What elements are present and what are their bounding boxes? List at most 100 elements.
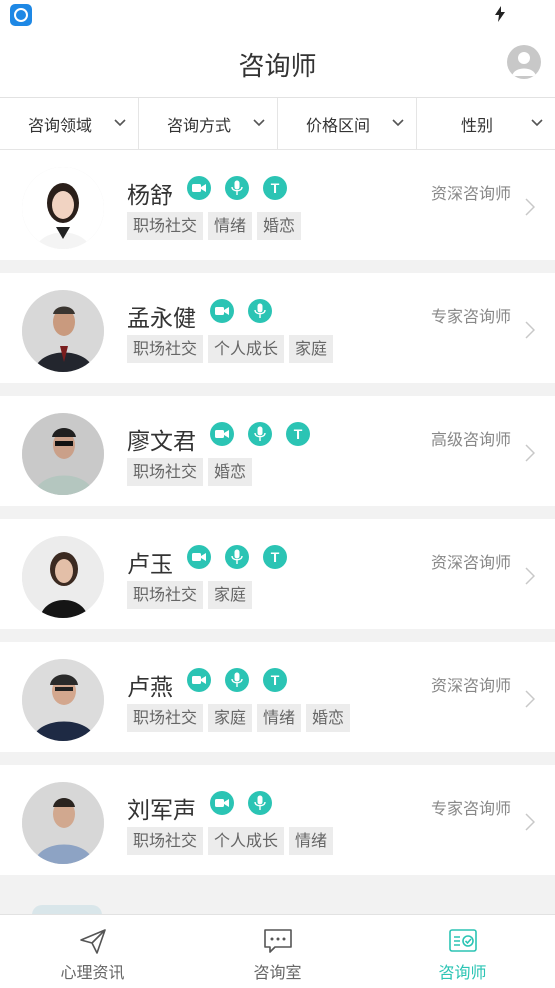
topic-tag: 个人成长 — [208, 335, 285, 363]
video-call-icon — [210, 422, 234, 446]
counselor-name: 杨舒 — [127, 183, 173, 209]
chevron-down-icon — [253, 119, 265, 127]
counselor-list-icon — [448, 929, 477, 952]
status-bar — [0, 0, 555, 28]
topic-tag: 婚恋 — [208, 458, 253, 486]
chevron-right-icon — [525, 321, 535, 339]
tab-consult-room-label: 咨询室 — [253, 963, 302, 982]
counselor-tags: 职场社交 家庭 情绪 婚恋 — [127, 704, 351, 732]
counselor-level: 资深咨询师 — [430, 676, 511, 695]
topic-tag: 职场社交 — [127, 458, 204, 486]
chevron-right-icon — [525, 690, 535, 708]
chevron-right-icon — [525, 813, 535, 831]
tab-news-label: 心理资讯 — [60, 963, 125, 982]
bottom-tab-bar: 心理资讯 咨询室 咨询师 — [0, 914, 555, 988]
counselor-level: 专家咨询师 — [430, 799, 511, 818]
counselor-level: 专家咨询师 — [430, 307, 511, 326]
topic-tag: 情绪 — [289, 827, 334, 855]
video-call-icon — [187, 668, 211, 692]
chevron-right-icon — [525, 198, 535, 216]
consult-mode-icons — [210, 791, 272, 815]
user-avatar-icon[interactable] — [507, 45, 541, 79]
topic-tag: 情绪 — [257, 704, 302, 732]
text-chat-icon: T — [263, 668, 287, 692]
counselor-level: 资深咨询师 — [430, 553, 511, 572]
filter-bar: 咨询领域 咨询方式 价格区间 性别 — [0, 98, 555, 150]
topic-tag: 家庭 — [289, 335, 334, 363]
counselor-tags: 职场社交 家庭 — [127, 581, 253, 609]
topic-tag: 婚恋 — [306, 704, 351, 732]
topic-tag: 个人成长 — [208, 827, 285, 855]
topic-tag: 职场社交 — [127, 335, 204, 363]
microphone-icon — [225, 545, 249, 569]
counselor-card[interactable]: 卢燕 T 资深咨询师职场社交 家庭 情绪 婚恋 — [0, 642, 555, 752]
chevron-down-icon — [114, 119, 126, 127]
filter-method-label: 咨询方式 — [166, 115, 231, 135]
filter-price-label: 价格区间 — [305, 115, 370, 135]
app-logo-icon — [10, 4, 32, 26]
counselor-level: 资深咨询师 — [430, 184, 511, 203]
counselor-name: 孟永健 — [127, 306, 196, 332]
filter-field[interactable]: 咨询领域 — [0, 98, 139, 149]
chevron-right-icon — [525, 567, 535, 585]
counselor-avatar — [22, 290, 104, 372]
filter-gender-label: 性别 — [460, 115, 493, 135]
counselor-card[interactable]: 孟永健 专家咨询师职场社交 个人成长 家庭 — [0, 273, 555, 383]
filter-method[interactable]: 咨询方式 — [139, 98, 278, 149]
video-call-icon — [210, 299, 234, 323]
counselor-avatar — [22, 167, 104, 249]
counselor-avatar — [22, 413, 104, 495]
topic-tag: 情绪 — [208, 212, 253, 240]
tab-counselors[interactable]: 咨询师 — [370, 915, 555, 988]
filter-price[interactable]: 价格区间 — [278, 98, 417, 149]
counselor-name: 卢玉 — [127, 552, 173, 578]
video-call-icon — [187, 176, 211, 200]
filter-field-label: 咨询领域 — [27, 115, 92, 135]
chat-bubble-icon — [263, 929, 292, 953]
counselor-name: 刘军声 — [127, 798, 196, 824]
microphone-icon — [225, 668, 249, 692]
topic-tag: 家庭 — [208, 704, 253, 732]
chevron-down-icon — [531, 119, 543, 127]
counselor-name: 卢燕 — [127, 675, 173, 701]
charging-bolt-icon — [495, 6, 505, 22]
text-chat-icon: T — [286, 422, 310, 446]
consult-mode-icons: T — [210, 422, 310, 446]
counselor-avatar — [22, 536, 104, 618]
chevron-right-icon — [525, 444, 535, 462]
microphone-icon — [248, 422, 272, 446]
text-chat-icon: T — [263, 176, 287, 200]
topic-tag: 职场社交 — [127, 581, 204, 609]
paper-plane-icon — [79, 929, 106, 954]
topic-tag: 家庭 — [208, 581, 253, 609]
chevron-down-icon — [392, 119, 404, 127]
counselor-card[interactable]: 廖文君 T 高级咨询师职场社交 婚恋 — [0, 396, 555, 506]
filter-gender[interactable]: 性别 — [417, 98, 555, 149]
counselor-tags: 职场社交 情绪 婚恋 — [127, 212, 302, 240]
counselor-tags: 职场社交 婚恋 — [127, 458, 253, 486]
consult-mode-icons: T — [187, 176, 287, 200]
counselor-level: 高级咨询师 — [430, 430, 511, 449]
topic-tag: 婚恋 — [257, 212, 302, 240]
microphone-icon — [248, 791, 272, 815]
microphone-icon — [225, 176, 249, 200]
topic-tag: 职场社交 — [127, 212, 204, 240]
counselor-tags: 职场社交 个人成长 情绪 — [127, 827, 334, 855]
page-title: 咨询师 — [238, 52, 317, 82]
text-chat-icon: T — [263, 545, 287, 569]
counselor-card[interactable]: 卢玉 T 资深咨询师职场社交 家庭 — [0, 519, 555, 629]
tab-news[interactable]: 心理资讯 — [0, 915, 185, 988]
tab-consult-room[interactable]: 咨询室 — [185, 915, 370, 988]
counselor-card[interactable]: 杨舒 T 资深咨询师职场社交 情绪 婚恋 — [0, 150, 555, 260]
tab-counselors-label: 咨询师 — [438, 963, 487, 982]
consult-mode-icons: T — [187, 545, 287, 569]
topic-tag: 职场社交 — [127, 704, 204, 732]
consult-mode-icons: T — [187, 668, 287, 692]
counselor-name: 廖文君 — [127, 429, 196, 455]
top-header: 咨询师 — [0, 28, 555, 98]
consult-mode-icons — [210, 299, 272, 323]
counselor-avatar — [22, 782, 104, 864]
microphone-icon — [248, 299, 272, 323]
counselor-card[interactable]: 刘军声 专家咨询师职场社交 个人成长 情绪 — [0, 765, 555, 875]
video-call-icon — [187, 545, 211, 569]
